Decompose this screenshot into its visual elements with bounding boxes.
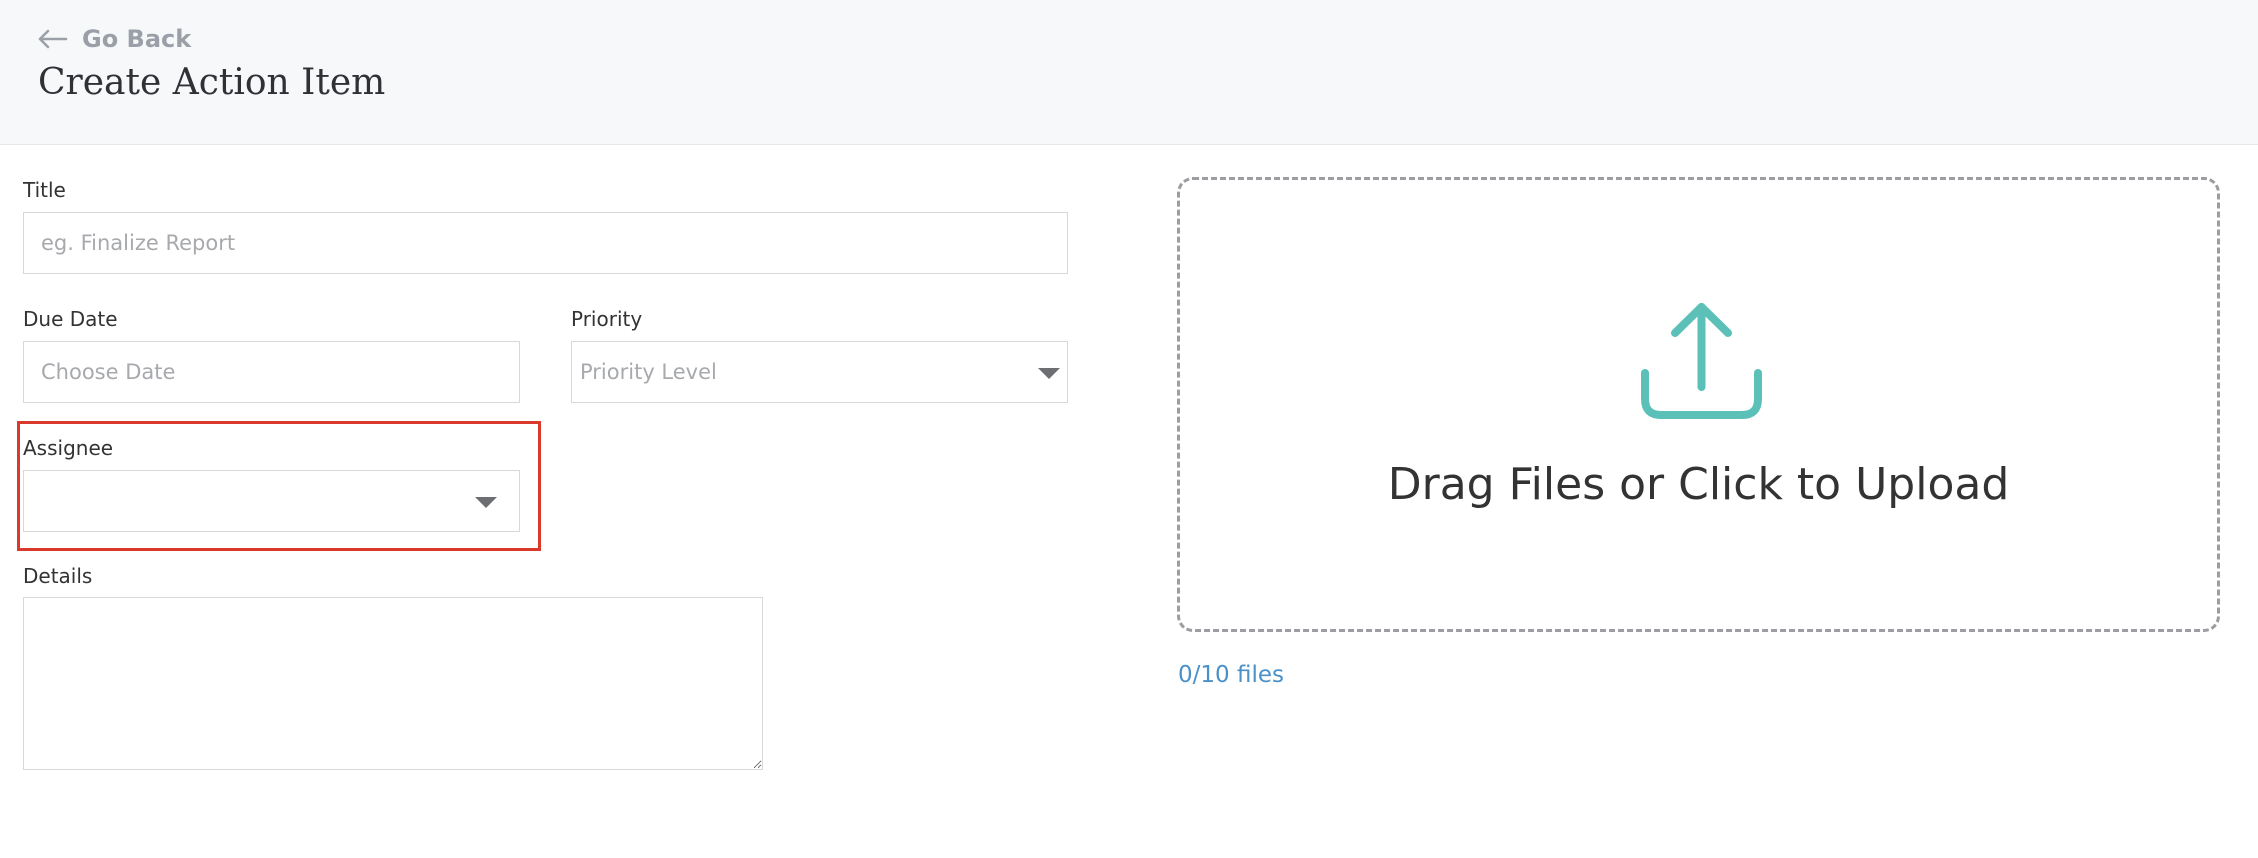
chevron-down-icon — [475, 497, 497, 508]
details-label: Details — [23, 564, 93, 588]
go-back-link[interactable]: Go Back — [38, 22, 191, 56]
page-header: Go Back Create Action Item — [0, 0, 2258, 145]
priority-select-value: Priority Level — [580, 360, 717, 384]
file-count: 0/10 files — [1178, 662, 1284, 688]
title-input[interactable] — [23, 212, 1068, 274]
title-label: Title — [23, 178, 66, 202]
file-dropzone[interactable]: Drag Files or Click to Upload — [1177, 177, 2220, 632]
details-textarea[interactable] — [23, 597, 763, 770]
priority-label: Priority — [571, 307, 643, 331]
assignee-select[interactable] — [23, 470, 520, 532]
arrow-left-icon — [38, 29, 68, 49]
dropzone-prompt: Drag Files or Click to Upload — [1387, 459, 2010, 510]
go-back-label: Go Back — [82, 25, 192, 53]
page-title: Create Action Item — [38, 62, 386, 103]
assignee-label: Assignee — [23, 436, 114, 460]
priority-select[interactable]: Priority Level — [571, 341, 1068, 403]
due-date-input[interactable] — [23, 341, 520, 403]
due-date-label: Due Date — [23, 307, 118, 331]
upload-icon — [1639, 301, 1764, 425]
chevron-down-icon — [1038, 368, 1060, 379]
